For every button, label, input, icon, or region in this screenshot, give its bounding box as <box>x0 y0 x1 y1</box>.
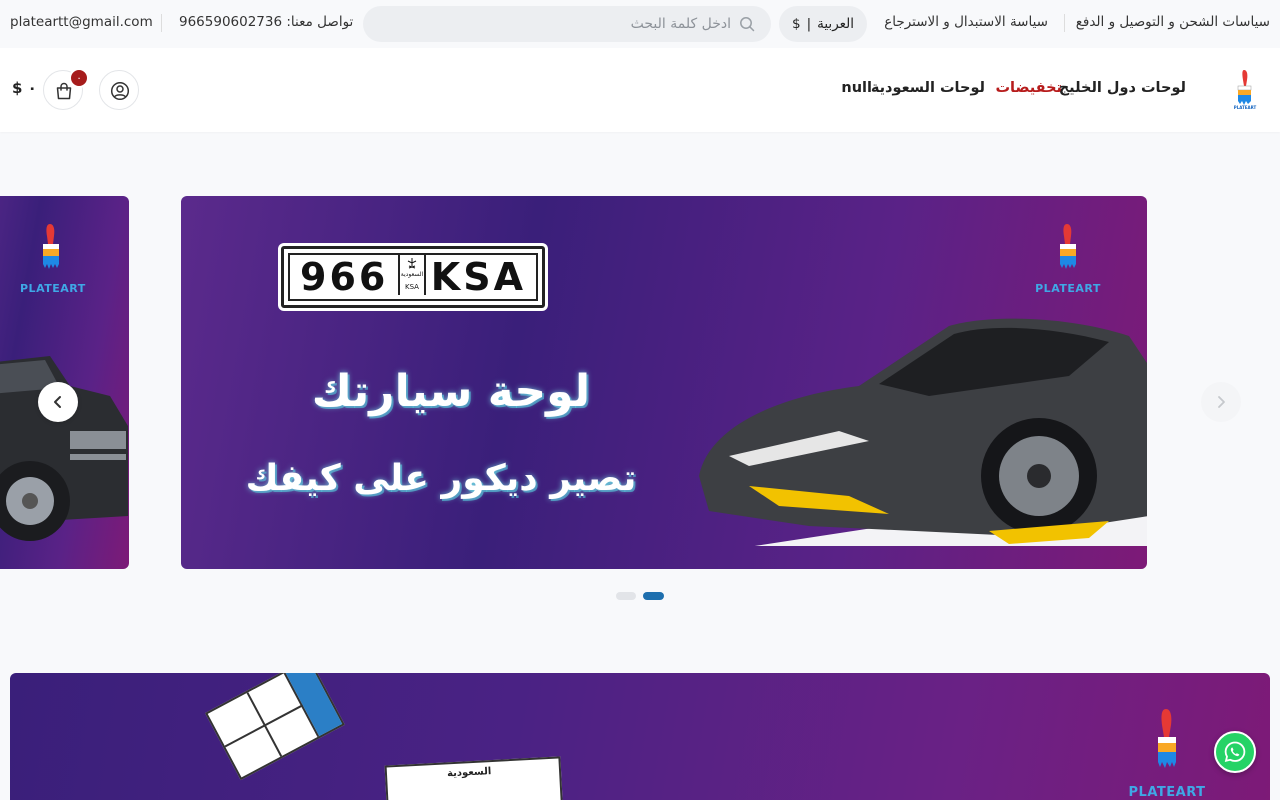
plateart-logo <box>1158 709 1176 768</box>
cart-total: $ ٠ <box>12 79 37 97</box>
currency-label: $ <box>791 16 801 32</box>
search-bar <box>363 6 771 42</box>
sample-plate-image: السعودية <box>384 756 564 800</box>
plateart-logo <box>1060 224 1076 269</box>
shipping-policy-link[interactable]: سياسات الشحن و التوصيل و الدفع <box>1076 14 1270 30</box>
nav-gulf-plates[interactable]: لوحات دول الخليج <box>1059 80 1186 96</box>
ksa-license-plate: 966 KSA السعودية KSA <box>281 246 545 308</box>
account-button[interactable] <box>99 70 139 110</box>
slide-subline: تصير ديكور على كيفك <box>245 458 637 499</box>
plate-letters: KSA <box>430 255 526 299</box>
promo-banner[interactable]: السعودية PLATEART <box>10 673 1270 800</box>
top-bar: سياسات الشحن و التوصيل و الدفع سياسة الا… <box>0 0 1280 48</box>
sports-car-image <box>699 318 1147 546</box>
pickup-truck-image <box>0 356 128 541</box>
palm-swords-icon <box>407 258 417 269</box>
sample-plate-image <box>205 673 345 781</box>
whatsapp-button[interactable] <box>1214 731 1256 773</box>
slide-headline: لوحة سيارتك <box>311 366 591 417</box>
divider <box>161 14 162 32</box>
return-policy-link[interactable]: سياسة الاستبدال و الاسترجاع <box>884 14 1048 30</box>
plate-label: السعودية <box>446 766 492 780</box>
cart-count-badge: ٠ <box>69 68 89 88</box>
brand-label: PLATEART <box>20 282 86 295</box>
slider-prev-button[interactable] <box>38 382 78 422</box>
plateart-logo <box>43 224 59 269</box>
nav-null[interactable]: null <box>841 80 872 96</box>
chevron-right-icon <box>1218 396 1225 408</box>
slider-next-button[interactable] <box>1201 382 1241 422</box>
brand-label: PLATEART <box>1128 785 1206 800</box>
chevron-left-icon <box>54 396 61 408</box>
main-header: PLATEART لوحات دول الخليج تخفيضات لوحات … <box>0 48 1280 132</box>
search-input[interactable] <box>391 6 731 42</box>
pipe-separator: | <box>806 16 812 32</box>
slider-dot-2[interactable] <box>643 592 664 600</box>
plate-number: 966 <box>300 255 389 299</box>
language-label: العربية <box>817 16 855 32</box>
language-currency-selector[interactable]: العربية | $ <box>779 6 867 42</box>
slide-main[interactable]: 966 KSA السعودية KSA لوحة سيارتك تصير دي… <box>181 196 1147 569</box>
slider-dot-1[interactable] <box>616 592 636 600</box>
svg-text:PLATEART: PLATEART <box>1234 105 1257 110</box>
plate-code: KSA <box>405 283 419 291</box>
nav-discounts[interactable]: تخفيضات <box>995 80 1062 96</box>
plateart-logo[interactable]: PLATEART <box>1228 68 1262 110</box>
contact-email[interactable]: plateartt@gmail.com <box>10 14 153 30</box>
plate-emblem: السعودية KSA <box>398 255 426 295</box>
brand-label: PLATEART <box>1035 282 1101 295</box>
search-icon[interactable] <box>739 16 755 32</box>
nav-saudi-plates[interactable]: لوحات السعودية <box>871 80 985 96</box>
plate-country: السعودية <box>400 271 424 278</box>
whatsapp-icon <box>1224 741 1246 763</box>
user-icon <box>110 81 130 101</box>
divider <box>1064 14 1065 32</box>
contact-phone[interactable]: تواصل معنا: 966590602736 <box>179 14 353 30</box>
